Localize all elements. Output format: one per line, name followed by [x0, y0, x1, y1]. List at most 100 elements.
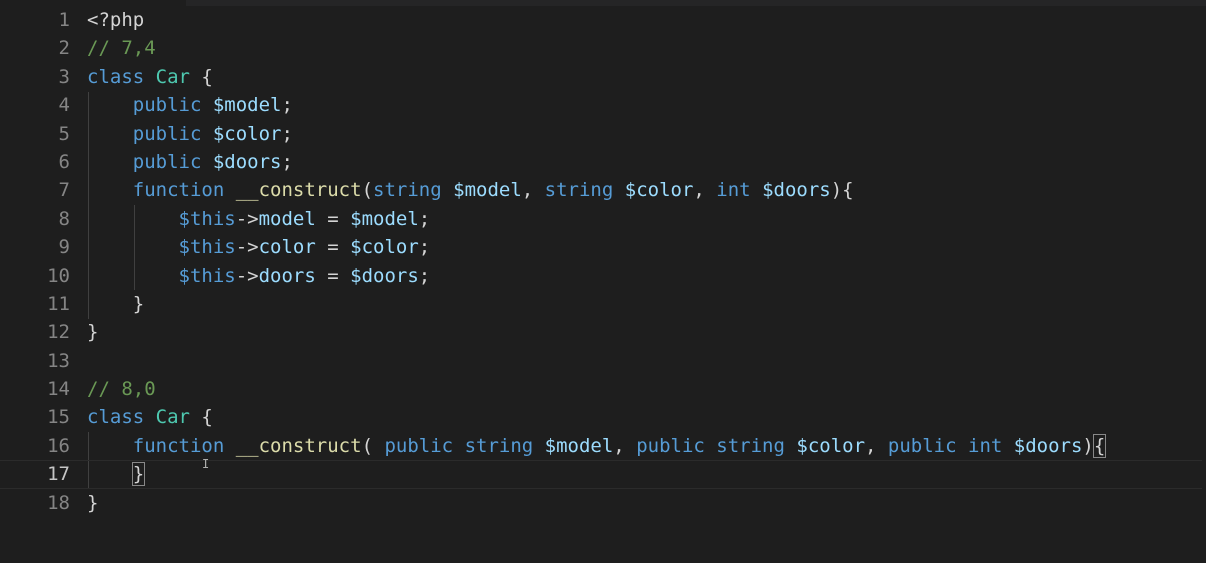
code-token: public	[132, 122, 202, 145]
code-token: ,	[521, 179, 545, 202]
code-token: ;	[281, 122, 293, 145]
code-token: ,	[693, 179, 717, 202]
code-line[interactable]: 12}	[0, 318, 1206, 346]
code-line[interactable]: 10 $this->doors = $doors;	[0, 262, 1206, 290]
line-number: 4	[58, 94, 70, 117]
line-text[interactable]: function __construct(string $model, stri…	[87, 176, 854, 204]
line-number: 12	[47, 321, 70, 344]
line-number: 16	[47, 434, 70, 457]
code-token: (	[361, 179, 374, 202]
matched-bracket: }	[131, 462, 146, 487]
code-token: function	[132, 179, 225, 202]
code-line[interactable]: 11 }	[0, 290, 1206, 318]
code-line[interactable]: 5 public $color;	[0, 120, 1206, 148]
code-token: string	[544, 179, 614, 202]
code-token: $doors	[212, 150, 282, 173]
code-token: $model	[453, 179, 522, 202]
line-text[interactable]: <?php	[87, 6, 144, 34]
code-token: $this	[178, 236, 236, 259]
line-text[interactable]: public $doors;	[87, 148, 293, 176]
code-token: // 8,0	[87, 378, 156, 401]
line-text[interactable]: }	[87, 290, 144, 318]
code-line[interactable]: 15 class Car {	[0, 403, 1206, 431]
code-token: int	[716, 179, 751, 202]
line-text[interactable]: }	[87, 461, 146, 487]
code-line[interactable]: 2 // 7,4	[0, 34, 1206, 62]
line-number: 5	[58, 122, 70, 145]
line-text[interactable]: $this->doors = $doors;	[87, 262, 431, 290]
vertical-scrollbar[interactable]	[1202, 6, 1206, 563]
code-token: ;	[418, 207, 431, 230]
code-token: ->	[235, 236, 259, 259]
code-token: $doors	[350, 264, 419, 287]
code-line[interactable]: 7 function __construct(string $model, st…	[0, 176, 1206, 204]
code-line[interactable]: 13	[0, 347, 1206, 375]
code-token: ->	[235, 264, 259, 287]
code-token: {	[189, 406, 213, 429]
code-token: ;	[281, 94, 293, 117]
code-line[interactable]: 8 $this->model = $model;	[0, 205, 1206, 233]
line-text[interactable]: public $model;	[87, 91, 293, 119]
code-line[interactable]: 14 // 8,0	[0, 375, 1206, 403]
line-text[interactable]: // 7,4	[87, 34, 156, 62]
code-token: $color	[624, 179, 694, 202]
code-token: color	[258, 236, 316, 259]
line-text[interactable]: function __construct( public string $mod…	[87, 432, 1107, 460]
code-token: __construct	[235, 179, 362, 202]
line-text[interactable]: }	[87, 318, 98, 346]
line-number: 7	[58, 179, 70, 202]
line-number: 10	[47, 264, 70, 287]
code-token: $this	[178, 207, 236, 230]
code-token: $doors	[1013, 434, 1083, 457]
code-lines[interactable]: 1 <?php 2// 7,4 3 class Car {4 public $model…	[0, 6, 1206, 517]
line-number: 1	[58, 9, 70, 31]
line-text[interactable]: class Car {	[87, 63, 213, 91]
code-line[interactable]: 9 $this->color = $color;	[0, 233, 1206, 261]
line-text[interactable]: $this->model = $model;	[87, 205, 431, 233]
line-text[interactable]: public $color;	[87, 120, 293, 148]
line-number: 3	[58, 65, 70, 88]
code-line[interactable]: 3 class Car {	[0, 63, 1206, 91]
code-token: Car	[155, 406, 190, 429]
code-token: model	[258, 207, 316, 230]
code-token: $model	[212, 94, 282, 117]
code-token: class	[87, 406, 145, 429]
code-token: )	[1082, 434, 1094, 457]
line-text[interactable]: // 8,0	[87, 375, 156, 403]
line-text[interactable]: $this->color = $color;	[87, 233, 431, 261]
code-line[interactable]: 1 <?php	[0, 6, 1206, 34]
code-line[interactable]: 16 function __construct( public string $…	[0, 432, 1206, 460]
code-token: public	[887, 434, 957, 457]
code-token: =	[315, 207, 351, 230]
line-text[interactable]: class Car {	[87, 403, 213, 431]
code-line[interactable]: 17 }	[0, 460, 1206, 489]
line-number: 8	[58, 207, 70, 230]
code-line[interactable]: 18}	[0, 489, 1206, 517]
code-token: public	[132, 150, 202, 173]
code-token: string	[464, 434, 534, 457]
code-token: ){	[830, 179, 854, 202]
code-token: ;	[418, 236, 431, 259]
line-text[interactable]: }	[87, 489, 98, 517]
code-token: $model	[350, 207, 419, 230]
line-number: 2	[58, 37, 70, 60]
code-line[interactable]: 6 public $doors;	[0, 148, 1206, 176]
code-line[interactable]: 4 public $model;	[0, 91, 1206, 119]
code-editor[interactable]: 1 <?php 2// 7,4 3 class Car {4 public $model…	[0, 0, 1206, 563]
code-token: (	[361, 434, 385, 457]
code-token: string	[373, 179, 442, 202]
